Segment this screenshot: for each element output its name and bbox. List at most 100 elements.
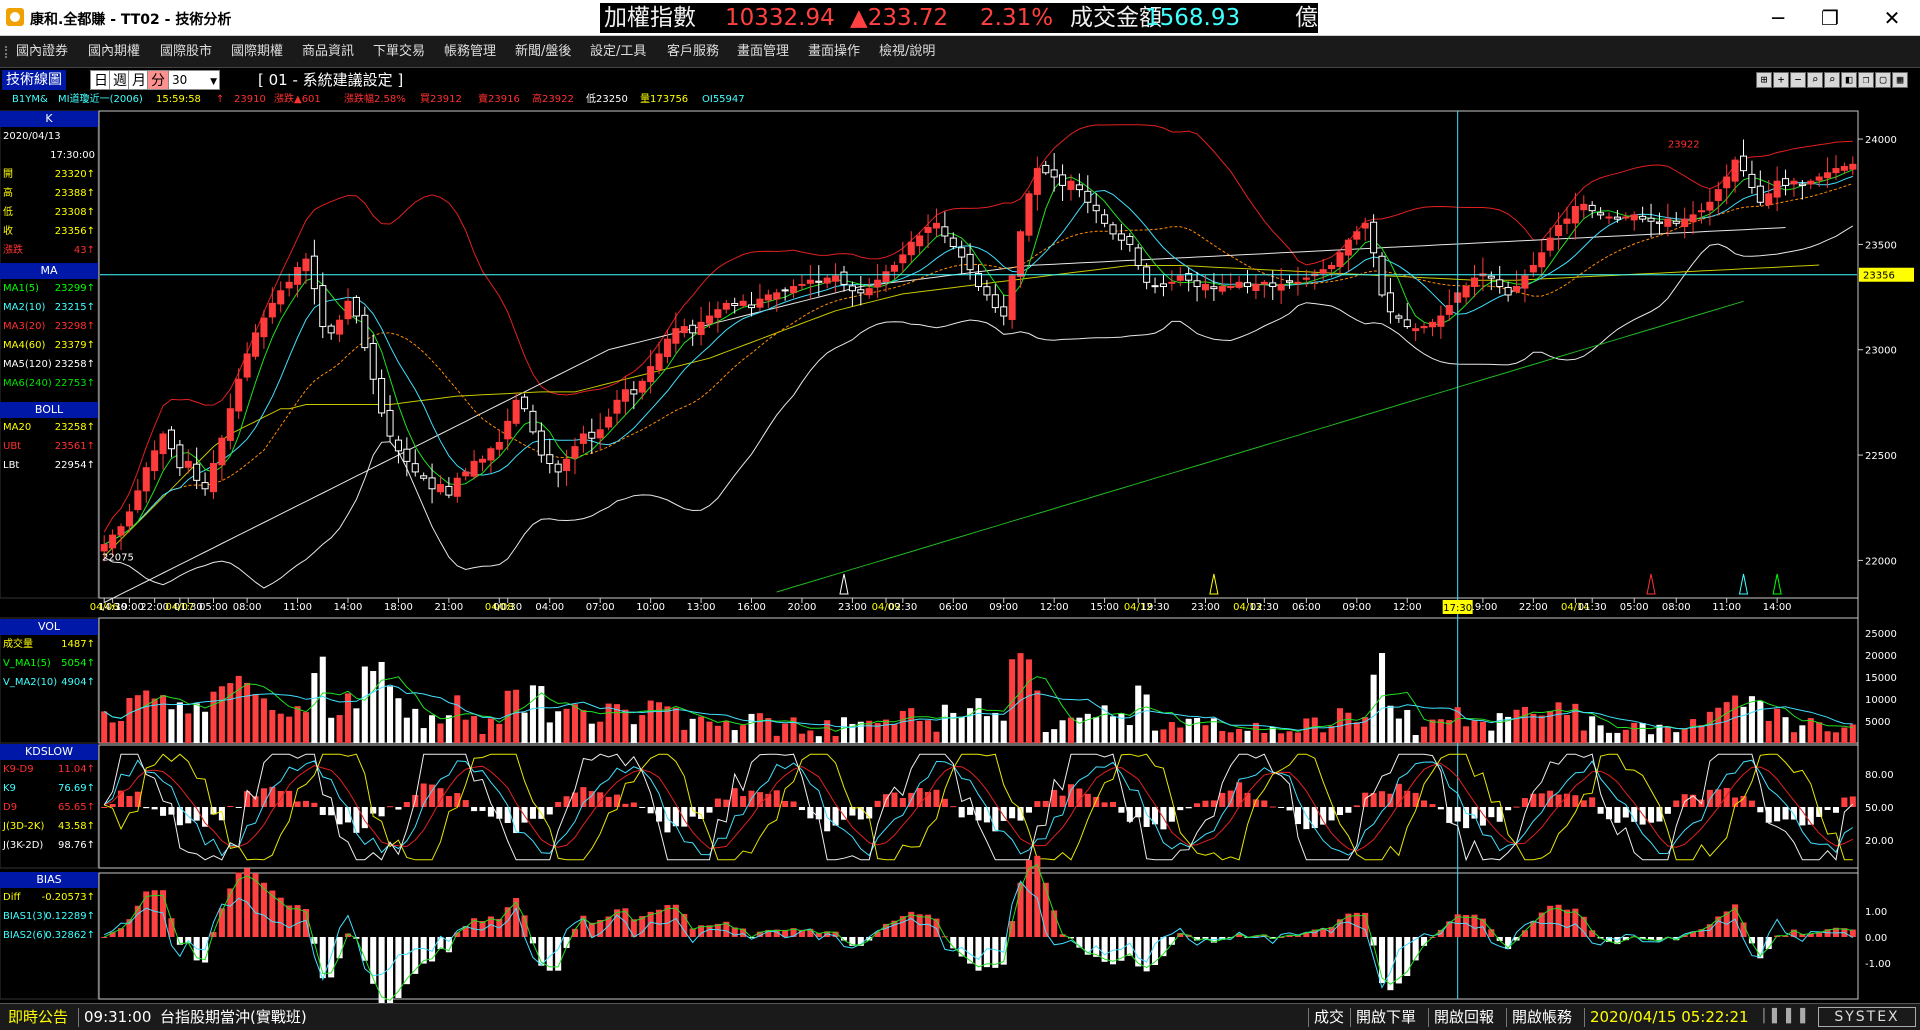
row-label: BIAS1(3) <box>3 911 47 922</box>
volume-bar <box>1631 722 1638 743</box>
ma240-line <box>776 300 1744 593</box>
volume-bar <box>471 716 478 743</box>
vol-value-row: 成交量 1487↑ <box>0 635 98 654</box>
ma-value-row: MA4(60) 23379↑ <box>0 336 98 355</box>
candle-body <box>655 353 663 371</box>
kd-diff-bar <box>1614 807 1621 823</box>
candle-body <box>386 409 394 437</box>
candle-body <box>974 272 983 288</box>
announcement-time: 09:31:00 <box>84 1008 152 1026</box>
candle-body <box>1067 180 1075 190</box>
kd-diff-bar <box>1421 800 1428 807</box>
kd-diff-bar <box>1042 800 1049 807</box>
volume-bar <box>1185 718 1192 743</box>
volume-bar <box>1059 720 1066 743</box>
row-value: 23561↑ <box>54 441 95 452</box>
volume-bar <box>1614 732 1621 743</box>
candle-body <box>1538 252 1546 268</box>
kd-diff-bar <box>1404 790 1411 807</box>
candle-body <box>932 222 940 229</box>
candle-body <box>1176 275 1184 281</box>
candle-body <box>1555 224 1563 236</box>
kd-diff-bar <box>151 807 158 810</box>
open-order-link[interactable]: 開啟下單 <box>1356 1004 1416 1030</box>
volume-bar <box>101 711 108 743</box>
candle-body <box>1168 281 1176 284</box>
volume-bar <box>1790 732 1797 743</box>
candle-body <box>1521 275 1529 289</box>
bias-diff-bar <box>1135 937 1142 967</box>
volume-bar <box>176 702 183 743</box>
volume-bar <box>1269 727 1276 743</box>
row-label: MA4(60) <box>3 340 46 351</box>
row-label: LBt <box>3 460 20 471</box>
kd-diff-bar <box>1084 793 1091 807</box>
candle-body <box>1756 185 1764 203</box>
row-label: 低 <box>3 207 13 218</box>
candle-body <box>1328 264 1336 270</box>
candle-body <box>1681 218 1689 227</box>
row-value: 4904↑ <box>61 677 95 688</box>
bias-diff-bar <box>143 891 150 937</box>
open-reports-link[interactable]: 開啟回報 <box>1434 1004 1494 1030</box>
volume-bar <box>958 716 965 743</box>
candle-body <box>1017 231 1025 277</box>
row-label: MA3(20) <box>3 321 46 332</box>
volume-bar <box>891 723 898 743</box>
volume-bar <box>513 689 520 743</box>
candle-body <box>874 279 882 288</box>
time-tick-label: 22:00 <box>1519 602 1548 613</box>
volume-bar <box>1328 725 1335 743</box>
bias-diff-bar <box>429 937 436 962</box>
technical-chart[interactable]: 240002350023000225002200004/0614:3019:00… <box>0 0 1920 1003</box>
candle-body <box>848 285 856 292</box>
candle-body <box>1151 285 1159 288</box>
volume-bar <box>193 703 200 743</box>
volume-bar <box>1639 723 1646 743</box>
kd-diff-bar <box>706 807 713 813</box>
volume-bar <box>908 708 915 743</box>
volume-bar <box>1698 725 1705 743</box>
app-window: 康和.全都賺 - TT02 - 技術分析 加權指數 10332.94 ▲233.… <box>0 0 1920 1030</box>
price-tick-label: 22000 <box>1865 556 1897 567</box>
bias-diff-bar <box>1454 914 1461 937</box>
kd-diff-bar <box>471 807 478 812</box>
row-label: MA1(5) <box>3 283 39 294</box>
candle-body <box>436 484 444 493</box>
candle-body <box>1445 304 1453 315</box>
kd-diff-bar <box>185 807 192 824</box>
volume-bar <box>563 708 570 743</box>
volume-bar <box>521 712 528 743</box>
candle-body <box>134 490 142 511</box>
candle-body <box>327 325 335 334</box>
row-value: 22753↑ <box>54 378 95 389</box>
trades-link[interactable]: 成交 <box>1314 1004 1344 1030</box>
ma-value-row: MA3(20) 23298↑ <box>0 317 98 336</box>
announcement-message[interactable]: 台指股期當沖(實戰班) <box>160 1004 307 1030</box>
candle-body <box>1832 168 1840 174</box>
open-accounts-link[interactable]: 開啟帳務 <box>1512 1004 1572 1030</box>
volume-bar <box>319 656 326 743</box>
kd-diff-bar <box>1101 802 1108 807</box>
kd-diff-bar <box>1748 800 1755 807</box>
announcement-label[interactable]: 即時公告 <box>8 1004 68 1030</box>
signal-marker-icon <box>1646 573 1656 595</box>
volume-bar <box>160 695 167 743</box>
volume-bar <box>126 698 133 743</box>
indicator-value-panel: K 2020/04/13 17:30:00 開 23320↑ 高 23388↑ 低 233… <box>0 108 98 1003</box>
kd-diff-bar <box>1471 807 1478 819</box>
kd-diff-bar <box>1034 801 1041 807</box>
row-label: 成交量 <box>3 639 33 650</box>
bias-diff-bar <box>370 937 377 984</box>
candle-body <box>1824 172 1832 179</box>
kd-diff-bar <box>630 802 637 807</box>
row-label: Diff <box>3 892 21 903</box>
candle-body <box>857 289 865 294</box>
candle-body <box>1235 281 1243 288</box>
volume-bar <box>1202 725 1209 743</box>
volume-bar <box>1521 706 1528 743</box>
volume-bar <box>1093 717 1100 743</box>
kd-diff-bar <box>1320 807 1327 825</box>
kd-diff-bar <box>613 794 621 807</box>
volume-bar <box>1454 707 1461 743</box>
